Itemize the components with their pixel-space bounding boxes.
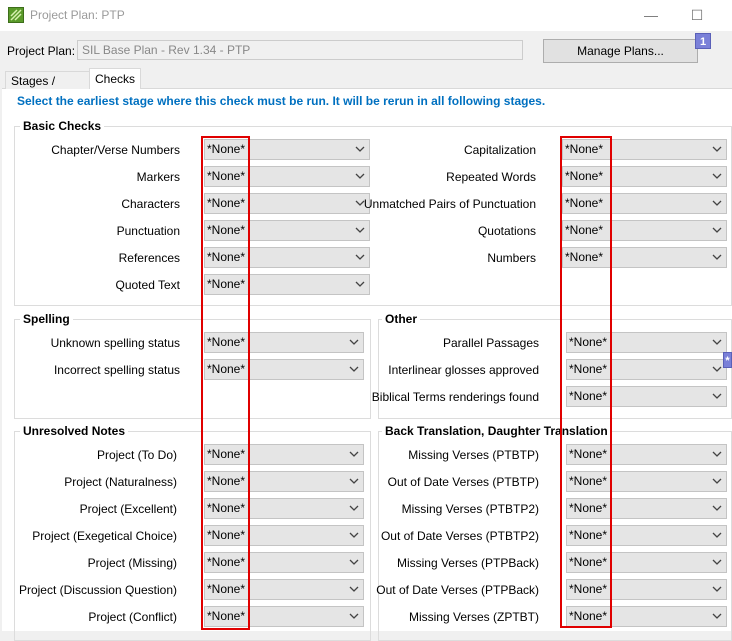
chevron-down-icon xyxy=(349,586,359,592)
check-project-conflict-label: Project (Conflict) xyxy=(88,610,177,624)
chevron-down-icon xyxy=(712,200,722,206)
chevron-down-icon xyxy=(712,451,722,457)
check-missing-verses-ptbtp2-label: Missing Verses (PTBTP2) xyxy=(401,502,539,516)
check-out-of-date-verses-ptbtp2-label: Out of Date Verses (PTBTP2) xyxy=(380,529,539,543)
check-out-of-date-verses-ptpback-label: Out of Date Verses (PTPBack) xyxy=(376,583,539,597)
unresolved-notes-title: Unresolved Notes xyxy=(20,424,129,438)
chevron-down-icon xyxy=(712,613,722,619)
chevron-down-icon xyxy=(349,451,359,457)
maximize-icon[interactable]: ☐ xyxy=(674,0,720,31)
manage-plans-button[interactable]: Manage Plans... xyxy=(543,39,698,63)
chevron-down-icon xyxy=(349,339,359,345)
check-project-discussion-question-label: Project (Discussion Question) xyxy=(18,583,177,597)
badge-1: 1 xyxy=(695,33,711,49)
check-interlinear-glosses-approved-label: Interlinear glosses approved xyxy=(388,363,539,377)
tab-checks[interactable]: Checks xyxy=(89,68,141,90)
check-references-label: References xyxy=(118,251,180,265)
chevron-down-icon xyxy=(712,478,722,484)
check-project-excellent-label: Project (Excellent) xyxy=(79,502,177,516)
check-incorrect-spelling-status-label: Incorrect spelling status xyxy=(53,363,180,377)
chevron-down-icon xyxy=(349,505,359,511)
chevron-down-icon xyxy=(355,146,365,152)
check-parallel-passages-label: Parallel Passages xyxy=(442,336,539,350)
check-unknown-spelling-status-label: Unknown spelling status xyxy=(50,336,180,350)
chevron-down-icon xyxy=(712,505,722,511)
chevron-down-icon xyxy=(355,254,365,260)
app-icon xyxy=(8,7,24,23)
check-project-to-do-label: Project (To Do) xyxy=(96,448,177,462)
chevron-down-icon xyxy=(355,227,365,233)
chevron-down-icon xyxy=(349,478,359,484)
check-quoted-text-label: Quoted Text xyxy=(115,278,181,292)
basic-checks-title: Basic Checks xyxy=(20,119,105,133)
chevron-down-icon xyxy=(712,559,722,565)
instruction-text: Select the earliest stage where this che… xyxy=(17,94,546,108)
chevron-down-icon xyxy=(712,532,722,538)
chevron-down-icon xyxy=(712,586,722,592)
chevron-down-icon xyxy=(355,173,365,179)
side-badge: * xyxy=(723,352,732,368)
minimize-icon[interactable]: — xyxy=(628,0,674,31)
check-out-of-date-verses-ptbtp-label: Out of Date Verses (PTBTP) xyxy=(387,475,539,489)
check-missing-verses-ptpback-label: Missing Verses (PTPBack) xyxy=(396,556,539,570)
chevron-down-icon xyxy=(349,559,359,565)
check-unmatched-pairs-of-punctuation-label: Unmatched Pairs of Punctuation xyxy=(363,197,536,211)
chevron-down-icon xyxy=(712,173,722,179)
check-missing-verses-ptbtp-label: Missing Verses (PTBTP) xyxy=(408,448,539,462)
highlight-box-right xyxy=(560,136,612,628)
chevron-down-icon xyxy=(712,254,722,260)
chevron-down-icon xyxy=(349,613,359,619)
window-title: Project Plan: PTP xyxy=(30,8,125,22)
spelling-title: Spelling xyxy=(20,312,73,326)
check-punctuation-label: Punctuation xyxy=(116,224,180,238)
chevron-down-icon xyxy=(712,146,722,152)
check-characters-label: Characters xyxy=(121,197,180,211)
check-numbers-label: Numbers xyxy=(487,251,536,265)
chevron-down-icon xyxy=(349,366,359,372)
highlight-box-left xyxy=(201,136,250,630)
check-project-exegetical-choice-label: Project (Exegetical Choice) xyxy=(32,529,177,543)
check-chapter-verse-numbers-label: Chapter/Verse Numbers xyxy=(51,143,180,157)
chevron-down-icon xyxy=(712,366,722,372)
check-biblical-terms-renderings-found-label: Biblical Terms renderings found xyxy=(371,390,539,404)
check-markers-label: Markers xyxy=(136,170,180,184)
check-quotations-label: Quotations xyxy=(477,224,536,238)
chevron-down-icon xyxy=(349,532,359,538)
chevron-down-icon xyxy=(355,281,365,287)
check-capitalization-label: Capitalization xyxy=(463,143,536,157)
chevron-down-icon xyxy=(712,227,722,233)
check-missing-verses-zptbt-label: Missing Verses (ZPTBT) xyxy=(408,610,539,624)
project-plan-field: SIL Base Plan - Rev 1.34 - PTP xyxy=(77,40,523,60)
check-repeated-words-label: Repeated Words xyxy=(446,170,536,184)
chevron-down-icon xyxy=(712,393,722,399)
chevron-down-icon xyxy=(712,339,722,345)
other-title: Other xyxy=(382,312,421,326)
check-project-naturalness-label: Project (Naturalness) xyxy=(64,475,177,489)
check-project-missing-label: Project (Missing) xyxy=(87,556,177,570)
project-plan-label: Project Plan: xyxy=(7,44,76,58)
tab-stages-tasks[interactable]: Stages / Tasks xyxy=(5,71,90,102)
